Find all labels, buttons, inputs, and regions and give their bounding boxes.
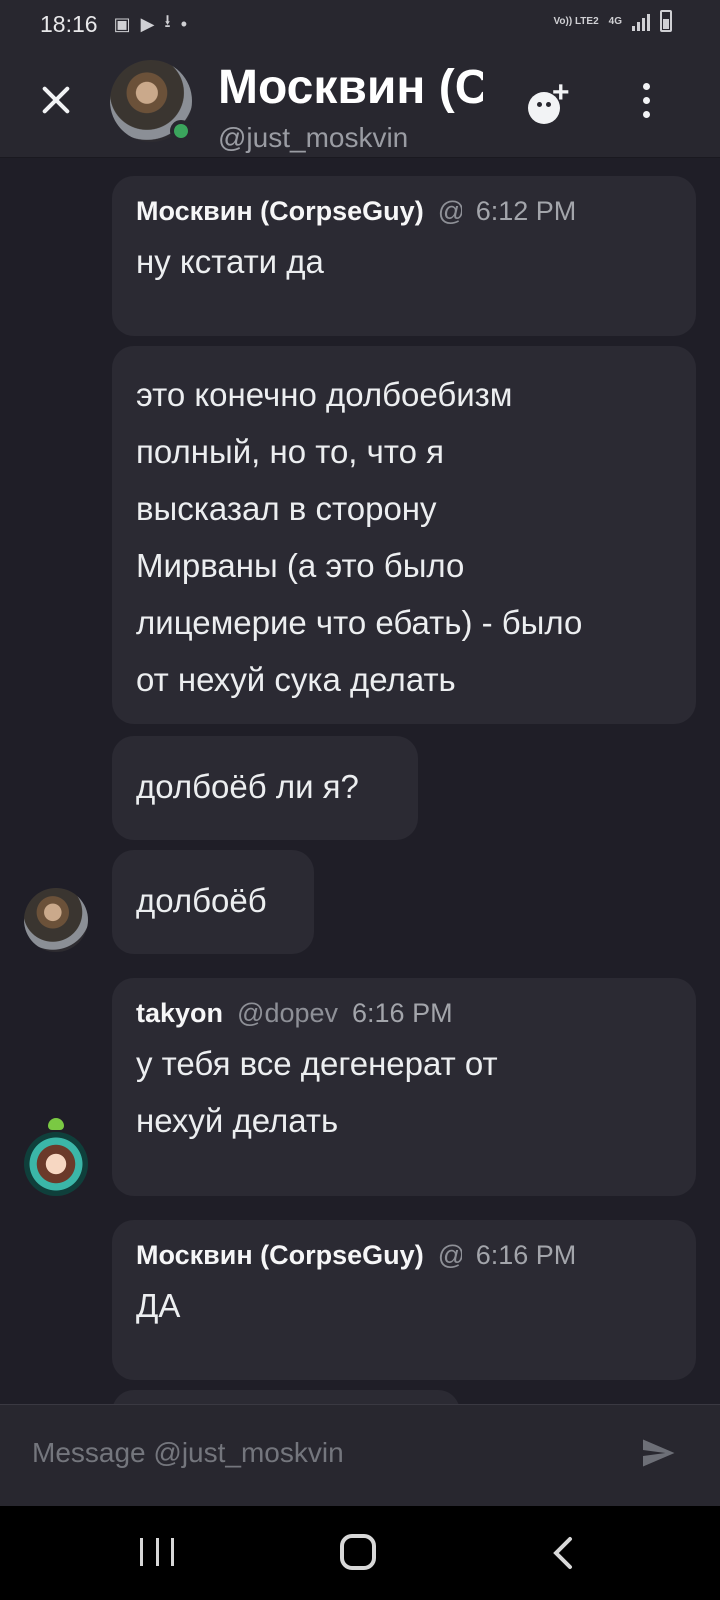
- send-icon[interactable]: [640, 1435, 676, 1471]
- message-author[interactable]: Москвин (CorpseGuy): [136, 196, 424, 227]
- message-bubble[interactable]: Москвин (CorpseGuy) @just_moskvin 6:16 P…: [112, 1220, 696, 1380]
- username-label: @just_moskvin: [218, 122, 409, 153]
- message-timestamp: 6:12 PM: [475, 196, 577, 226]
- battery-icon: [660, 10, 672, 32]
- message-bubble[interactable]: Москвин (CorpseGuy) @just_moskvin 6:12 P…: [112, 176, 696, 336]
- system-nav-bar: [0, 1506, 720, 1600]
- message-text: у тебя все дегенерат от нехуй делать: [136, 1045, 498, 1139]
- avatar[interactable]: [24, 1118, 88, 1196]
- message-handle: @dopev: [237, 998, 339, 1028]
- more-options-icon[interactable]: [636, 80, 656, 128]
- message-bubble[interactable]: это конечно долбоебизм полный, но то, чт…: [112, 346, 696, 724]
- message-input[interactable]: [32, 1433, 592, 1473]
- close-icon[interactable]: [34, 78, 78, 122]
- home-icon[interactable]: [340, 1534, 376, 1570]
- gallery-icon: ▣: [113, 13, 131, 34]
- online-status-icon: [170, 120, 192, 142]
- message-text: ну кстати да: [136, 243, 324, 280]
- message-text: долбоёб ли я?: [136, 768, 359, 805]
- message-header: Москвин (CorpseGuy) @just_moskvin 6:16 P…: [136, 1240, 672, 1271]
- signal-icon: [632, 11, 650, 31]
- message-timestamp: 6:16 PM: [352, 998, 453, 1028]
- message-handle: @just_moskvin: [438, 1240, 462, 1271]
- message-author[interactable]: takyon: [136, 998, 223, 1029]
- page-title[interactable]: Москвин (CorpseGuy): [218, 60, 483, 116]
- recent-apps-icon[interactable]: [140, 1538, 174, 1566]
- message-header: takyon @dopev 6:16 PM: [136, 998, 672, 1029]
- back-icon[interactable]: [548, 1536, 578, 1570]
- message-bubble[interactable]: takyon @dopev 6:16 PM у тебя все дегенер…: [112, 978, 696, 1196]
- download-icon: ⭳: [164, 11, 171, 31]
- add-friend-button[interactable]: +: [524, 76, 580, 128]
- volte-indicator: Vo)) LTE2: [553, 15, 599, 27]
- youtube-icon: ▶: [140, 13, 155, 34]
- plus-icon: +: [552, 76, 570, 109]
- message-list[interactable]: Москвин (CorpseGuy) @just_moskvin 6:12 P…: [0, 158, 720, 1404]
- dot-icon: •: [180, 13, 188, 34]
- status-time: 18:16: [40, 10, 98, 37]
- frog-icon: [48, 1118, 64, 1130]
- status-bar: 18:16 ▣ ▶ ⭳ • Vo)) LTE2 4G: [0, 0, 720, 48]
- network-type-icon: 4G: [608, 15, 622, 27]
- message-timestamp: 6:16 PM: [475, 1240, 577, 1270]
- message-handle: @just_moskvin: [438, 196, 462, 227]
- message-bubble[interactable]: [112, 1390, 460, 1404]
- message-composer: [0, 1404, 720, 1506]
- message-text: долбоёб: [136, 882, 267, 919]
- message-text: ДА: [136, 1287, 181, 1324]
- message-author[interactable]: Москвин (CorpseGuy): [136, 1240, 424, 1271]
- message-text: это конечно долбоебизм полный, но то, чт…: [136, 376, 583, 698]
- dm-header: Москвин (CorpseGuy) @just_moskvin +: [0, 48, 720, 158]
- message-bubble[interactable]: долбоёб: [112, 850, 314, 954]
- avatar[interactable]: [24, 888, 88, 952]
- message-bubble[interactable]: долбоёб ли я?: [112, 736, 418, 840]
- message-header: Москвин (CorpseGuy) @just_moskvin 6:12 P…: [136, 196, 672, 227]
